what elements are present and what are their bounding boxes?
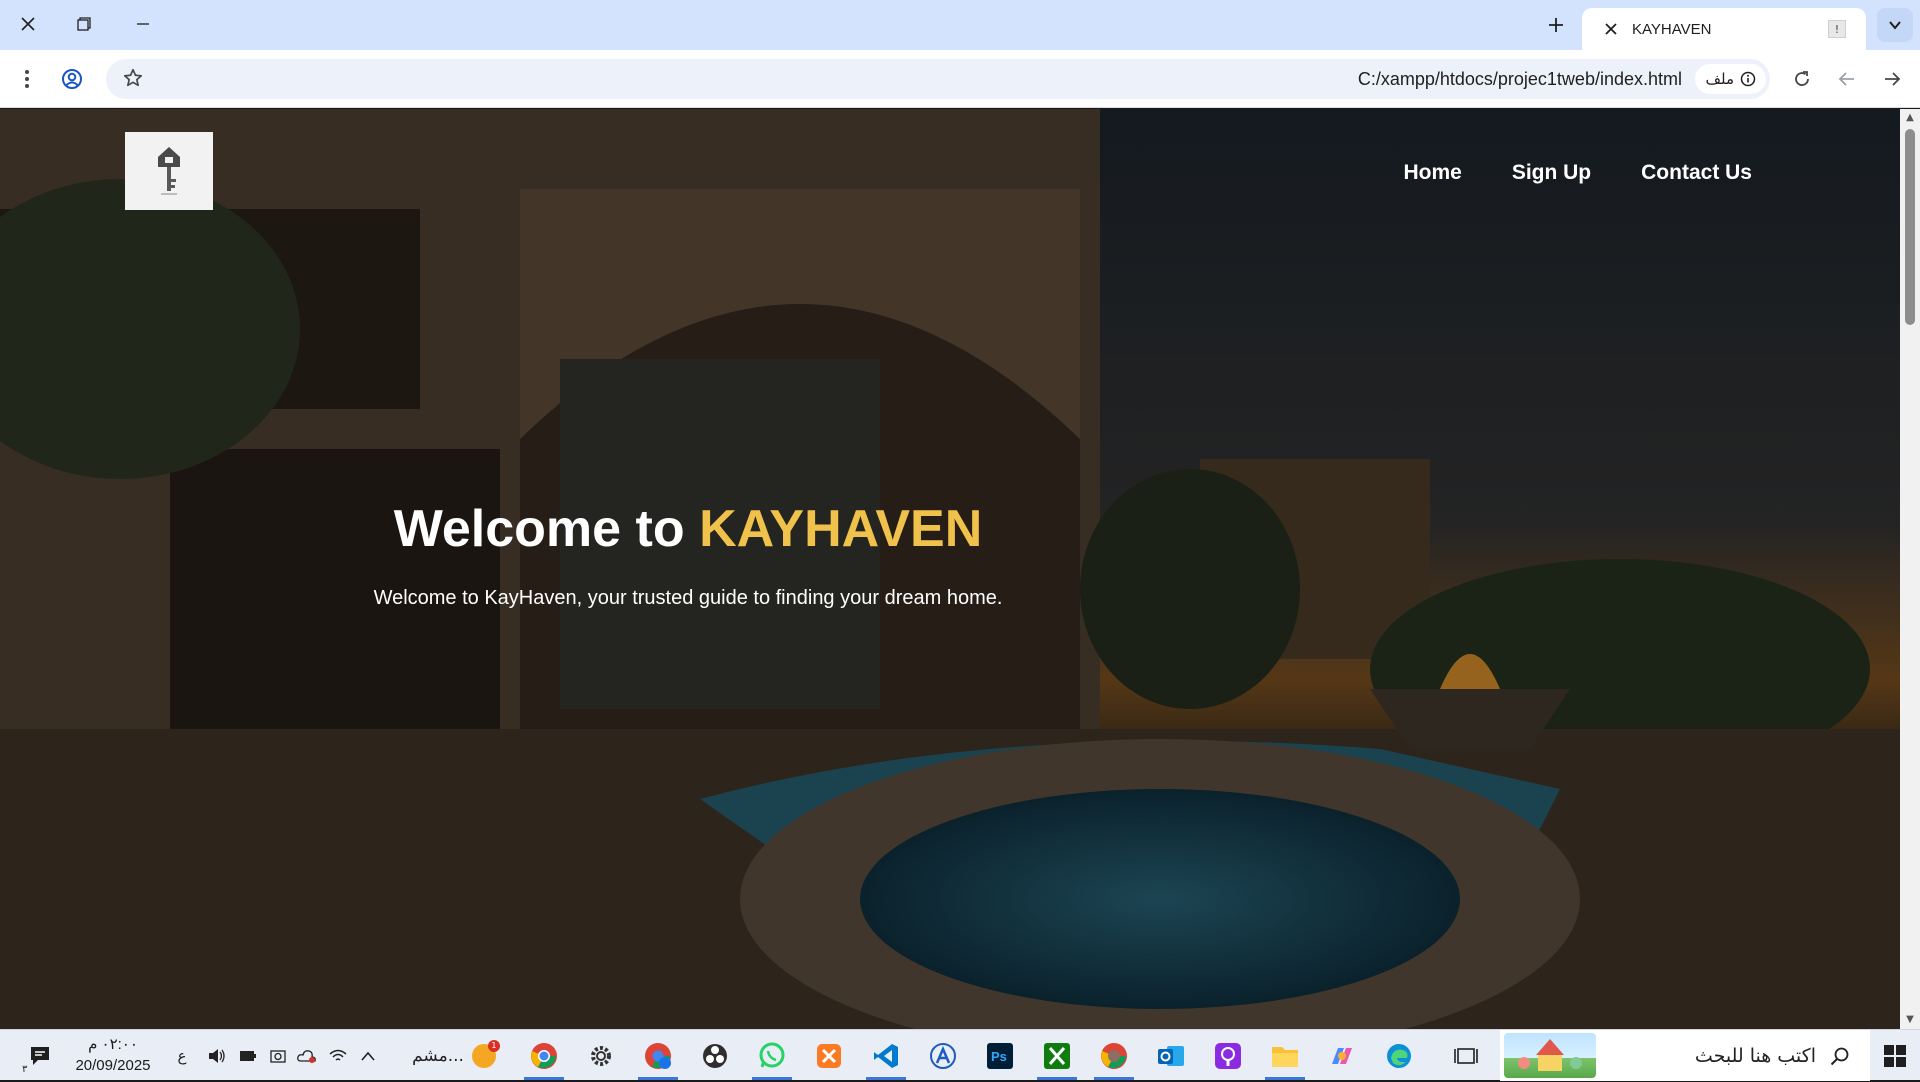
tab-close-button[interactable] [1596,14,1626,44]
input-language-indicator[interactable]: ع [172,1030,192,1081]
podcast-app-icon[interactable] [1202,1030,1254,1081]
reload-button[interactable] [1782,59,1822,99]
menu-button[interactable] [7,59,47,99]
search-highlight-image [1504,1033,1596,1078]
nav-link-home[interactable]: Home [1403,161,1461,185]
copilot-app-icon[interactable] [1316,1030,1368,1081]
close-icon [1605,23,1617,35]
file-explorer-app-icon[interactable] [1259,1030,1311,1081]
scrollbar-thumb[interactable] [1905,129,1915,325]
font-app-icon[interactable] [917,1030,969,1081]
battery-icon[interactable] [236,1030,260,1081]
tab-search-button[interactable] [1877,8,1913,42]
browser-tab-strip: KAYHAVEN ! [0,0,1920,50]
bookmark-star-icon[interactable] [122,67,144,93]
tab-favicon-icon: ! [1828,20,1846,38]
scroll-up-icon[interactable]: ▲ [1904,113,1916,123]
onedrive-error-icon[interactable] [294,1030,320,1081]
site-info-label: ملف [1705,70,1734,88]
tab-title: KAYHAVEN [1632,20,1712,38]
vscode-app-icon[interactable] [860,1030,912,1081]
ticker-badge: 1 [487,1039,500,1052]
headline-prefix: Welcome to [393,500,700,558]
site-logo[interactable] [125,132,213,210]
arrow-left-icon [1838,72,1854,86]
browser-tab[interactable]: KAYHAVEN ! [1582,8,1866,50]
hero-tagline: Welcome to KayHaven, your trusted guide … [373,587,1003,609]
browser-toolbar: C:/xampp/htdocs/projec1tweb/index.html م… [0,50,1920,108]
windows-taskbar: ٣ ٠٢:٠٠ م 20/09/2025 ع مشم... 1 Ps اكتب … [0,1029,1920,1081]
weather-sun-icon: 1 [471,1039,500,1068]
minimize-icon [137,23,149,25]
notification-count: ٣ [22,1064,28,1075]
back-button[interactable] [1827,59,1867,99]
url-text[interactable]: C:/xampp/htdocs/projec1tweb/index.html [1358,69,1682,90]
camera-icon[interactable] [266,1030,290,1081]
site-info-chip[interactable]: ملف [1695,64,1766,94]
windows-logo-icon [1884,1044,1906,1067]
forward-button[interactable] [1872,59,1912,99]
scroll-down-icon[interactable]: ▼ [1904,1015,1916,1025]
edge-app-icon[interactable] [1373,1030,1425,1081]
address-bar[interactable]: C:/xampp/htdocs/projec1tweb/index.html م… [106,59,1770,99]
clock-date: 20/09/2025 [75,1057,151,1074]
minimize-window-button[interactable] [115,0,171,48]
nav-link-signup[interactable]: Sign Up [1512,161,1591,185]
profile-icon [62,69,82,89]
taskbar-clock[interactable]: ٠٢:٠٠ م 20/09/2025 [68,1034,158,1076]
search-icon [1830,1047,1849,1065]
chevron-down-icon [1889,21,1901,30]
chrome-app-icon[interactable] [518,1030,570,1081]
svg-text:Ps: Ps [991,1049,1007,1064]
page-scrollbar[interactable]: ▲ ▼ [1900,109,1920,1029]
whatsapp-app-icon[interactable] [746,1030,798,1081]
news-ticker-widget[interactable]: مشم... 1 [404,1030,504,1081]
taskbar-search-box[interactable]: اكتب هنا للبحث [1500,1030,1870,1081]
xbox-app-icon[interactable] [1031,1030,1083,1081]
photoshop-app-icon[interactable]: Ps [974,1030,1026,1081]
volume-icon[interactable] [204,1030,230,1081]
restore-window-button[interactable] [56,0,112,48]
headline-brand: KAYHAVEN [699,500,983,558]
nav-link-contact[interactable]: Contact Us [1641,161,1752,185]
task-view-icon [1454,1047,1478,1064]
notification-center-icon [31,1046,49,1065]
xampp-app-icon[interactable] [803,1030,855,1081]
task-view-button[interactable] [1440,1030,1492,1081]
settings-app-icon[interactable] [575,1030,627,1081]
start-button[interactable] [1870,1030,1920,1081]
notifications-button[interactable]: ٣ [18,1030,62,1081]
search-placeholder: اكتب هنا للبحث [1694,1044,1816,1067]
more-vert-icon [25,70,29,88]
restore-icon [77,17,91,31]
house-key-icon [158,147,180,195]
page-viewport: Home Sign Up Contact Us Welcome to KAYHA… [0,109,1920,1029]
hero-headline: Welcome to KAYHAVEN [0,499,1376,559]
main-nav: Home Sign Up Contact Us [1403,161,1752,185]
chevron-up-icon[interactable] [356,1030,380,1081]
hero-section: Home Sign Up Contact Us Welcome to KAYHA… [0,109,1900,1029]
wifi-icon[interactable] [326,1030,350,1081]
arrow-right-icon [1885,72,1901,86]
profile-button[interactable] [52,59,92,99]
ticker-label: مشم... [412,1045,464,1066]
close-icon [21,17,35,31]
chrome-profile-app-icon[interactable] [632,1030,684,1081]
outlook-app-icon[interactable] [1145,1030,1197,1081]
info-icon [1740,71,1756,87]
chrome-user-app-icon[interactable] [1088,1030,1140,1081]
close-window-button[interactable] [0,0,56,48]
plus-icon [1549,18,1563,32]
hero-overlay [0,109,1900,1029]
obs-app-icon[interactable] [689,1030,741,1081]
clock-time: ٠٢:٠٠ م [88,1036,138,1053]
new-tab-button[interactable] [1538,8,1574,42]
reload-icon [1795,71,1809,86]
